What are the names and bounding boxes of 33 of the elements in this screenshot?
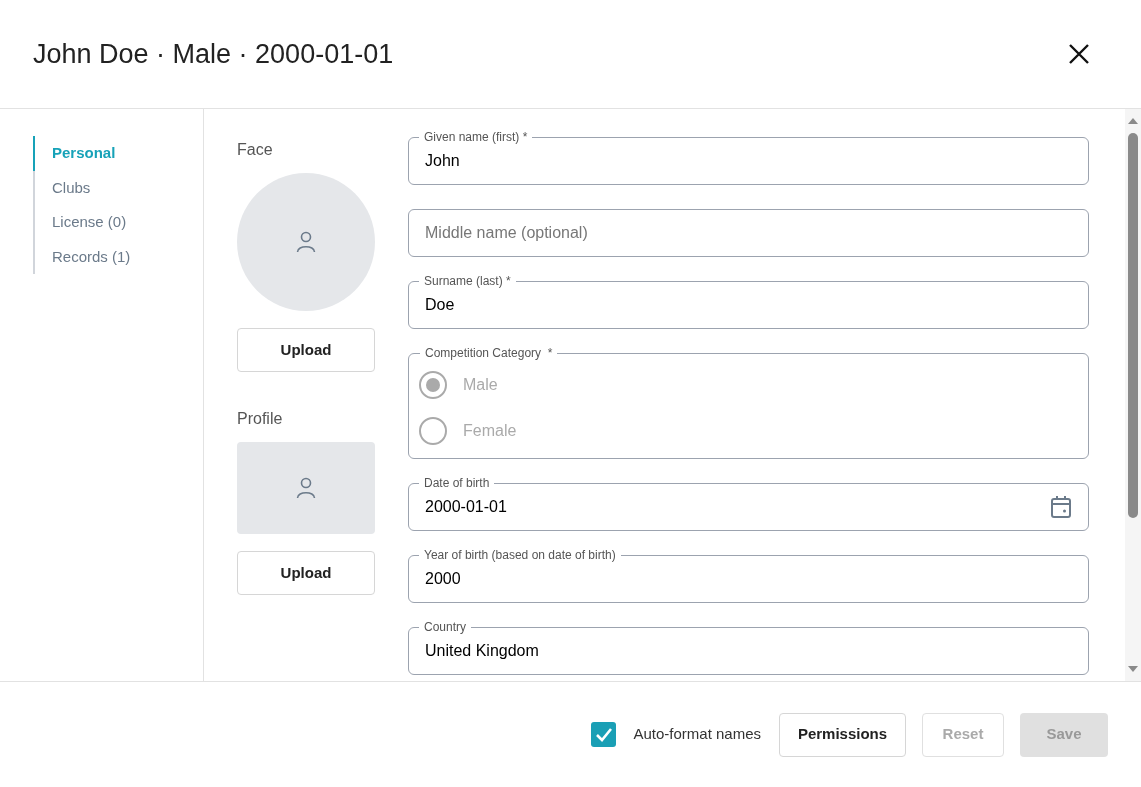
scroll-up-icon[interactable] bbox=[1128, 117, 1138, 125]
nav-tab[interactable]: License (0) bbox=[33, 205, 203, 240]
radio-label: Female bbox=[463, 421, 517, 441]
field-label: Year of birth (based on date of birth) bbox=[419, 547, 621, 563]
field-value: United Kingdom bbox=[425, 641, 539, 661]
field-label: Competition Category * bbox=[420, 345, 558, 361]
field-label: Country bbox=[419, 619, 472, 635]
field-label: Surname (last) * bbox=[419, 273, 516, 289]
scrollbar[interactable] bbox=[1125, 109, 1141, 681]
upload-button[interactable]: Upload bbox=[237, 551, 375, 595]
checkbox-label: Auto-format names bbox=[633, 724, 761, 745]
field-value: Doe bbox=[425, 295, 455, 315]
nav-tab[interactable]: Clubs bbox=[33, 170, 203, 205]
footer-button[interactable]: Permissions bbox=[779, 712, 906, 757]
field-placeholder: Middle name (optional) bbox=[425, 223, 588, 243]
dialog-title: John Doe · Male · 2000-01-01 bbox=[33, 37, 394, 71]
upload-button[interactable]: Upload bbox=[237, 328, 375, 372]
checkbox[interactable] bbox=[591, 722, 617, 747]
calendar-icon[interactable] bbox=[1050, 495, 1072, 519]
close-icon bbox=[1067, 42, 1091, 66]
scroll-down-icon[interactable] bbox=[1128, 665, 1138, 673]
field-value: John bbox=[425, 151, 460, 171]
text-field[interactable]: Middle name (optional) bbox=[408, 209, 1089, 257]
person-icon bbox=[295, 230, 317, 254]
field-value: 2000-01-01 bbox=[425, 497, 507, 517]
close-button[interactable] bbox=[1067, 42, 1091, 66]
field-label: Given name (first) * bbox=[419, 129, 533, 145]
photo-label: Face bbox=[237, 140, 274, 160]
photo-label: Profile bbox=[237, 409, 284, 429]
field-value: 2000 bbox=[425, 569, 461, 589]
nav-tab[interactable]: Records (1) bbox=[33, 239, 203, 274]
radio-label: Male bbox=[463, 375, 498, 395]
person-icon bbox=[295, 476, 317, 500]
